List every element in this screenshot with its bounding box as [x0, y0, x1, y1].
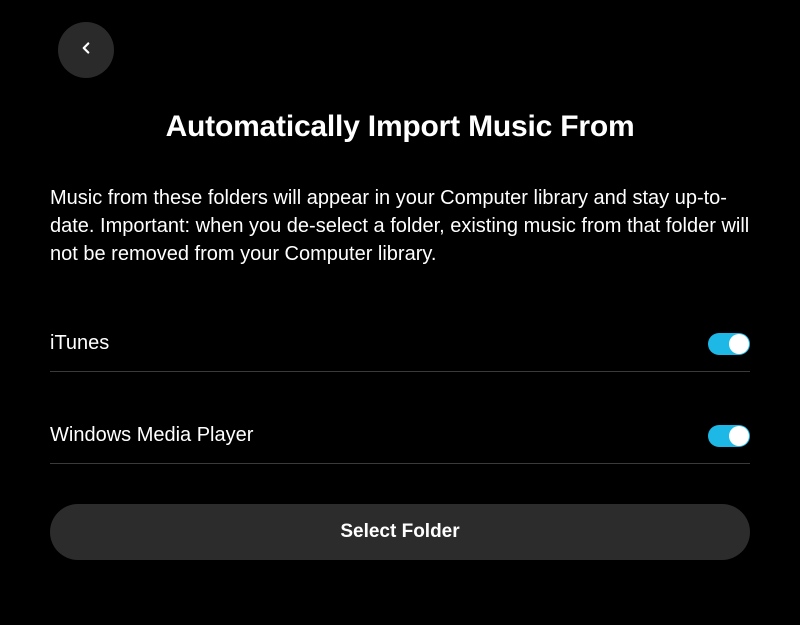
option-row-wmp: Windows Media Player — [50, 410, 750, 464]
back-button[interactable] — [58, 22, 114, 78]
toggle-itunes[interactable] — [708, 333, 750, 355]
description-text: Music from these folders will appear in … — [50, 184, 750, 268]
option-label: Windows Media Player — [50, 424, 253, 447]
page-title: Automatically Import Music From — [50, 110, 750, 144]
option-row-itunes: iTunes — [50, 318, 750, 372]
chevron-left-icon — [77, 39, 95, 62]
toggle-knob — [729, 426, 749, 446]
toggle-wmp[interactable] — [708, 425, 750, 447]
toggle-knob — [729, 334, 749, 354]
select-folder-button[interactable]: Select Folder — [50, 504, 750, 560]
import-options: iTunes Windows Media Player — [50, 318, 750, 464]
option-label: iTunes — [50, 332, 109, 355]
select-folder-label: Select Folder — [340, 521, 459, 543]
